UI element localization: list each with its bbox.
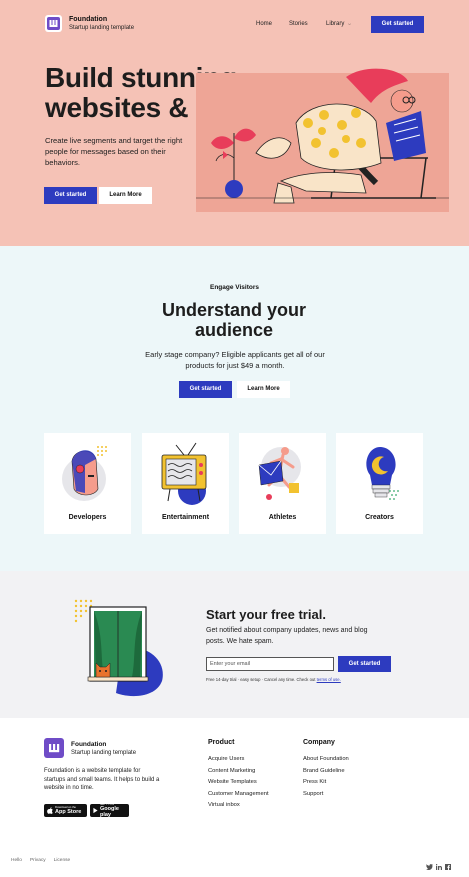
nav-link-stories[interactable]: Stories [289, 21, 319, 27]
twitter-icon[interactable] [426, 857, 433, 875]
footer-brand[interactable]: Foundation Startup landing template [44, 738, 136, 758]
brand-tagline: Startup landing template [69, 25, 135, 31]
hero-reading-person-illustration [196, 68, 449, 212]
brand-name: Foundation [69, 16, 108, 23]
trial-title: Start your free trial. [206, 607, 326, 622]
footer-link-brand-guideline[interactable]: Brand Guideline [303, 766, 349, 778]
engage-learn-more-button[interactable]: Learn More [237, 381, 290, 398]
free-trial-section: Start your free trial. Get notified abou… [0, 571, 469, 718]
card-label: Developers [68, 514, 107, 521]
footer-company-heading: Company [303, 739, 335, 746]
engage-eyebrow: Engage Visitors [209, 284, 259, 291]
footer-product-heading: Product [208, 739, 235, 746]
footer-link-virtual-inbox[interactable]: Virtual inbox [208, 800, 269, 812]
google-play-icon [93, 807, 98, 814]
card-label: Athletes [268, 514, 297, 521]
google-play-big-text: Google play [99, 806, 119, 818]
hero-get-started-button[interactable]: Get started [44, 187, 97, 204]
card-creators[interactable]: Creators [336, 433, 423, 534]
audience-cards: Developers Entertainment Athletes Creato… [44, 433, 425, 534]
trial-subtitle: Get notified about company updates, news… [206, 627, 368, 645]
foundation-logo-icon [45, 15, 62, 32]
apple-icon [47, 807, 53, 814]
legal-link-hello[interactable]: Hello [11, 858, 22, 863]
hero-learn-more-button[interactable]: Learn More [99, 187, 152, 204]
app-store-big-text: App Store [55, 809, 82, 815]
email-input[interactable] [206, 657, 334, 671]
card-label: Creators [365, 514, 394, 521]
card-label: Entertainment [161, 514, 210, 521]
footer-company-column: Company About Foundation Brand Guideline… [303, 739, 349, 800]
footer-description: Foundation is a website template for sta… [44, 768, 160, 791]
legal-link-license[interactable]: License [54, 858, 71, 863]
nav-link-library[interactable]: Library ⌵ [326, 21, 366, 27]
footer-link-support[interactable]: Support [303, 789, 349, 801]
engage-subtitle: Early stage company? Eligible applicants… [145, 350, 325, 370]
card-athletes[interactable]: Athletes [239, 433, 326, 534]
nav-link-home[interactable]: Home [256, 21, 286, 27]
social-links [423, 857, 451, 875]
lightbulb-moon-illustration [366, 447, 399, 500]
linkedin-icon[interactable] [435, 857, 442, 875]
developer-robot-illustration [62, 446, 107, 501]
google-play-badge[interactable]: GET IT ON Google play [90, 803, 129, 818]
legal-links: Hello Privacy License [11, 858, 78, 863]
top-nav: Foundation Startup landing template Home… [0, 0, 469, 48]
footer-brand-tagline: Startup landing template [71, 750, 137, 756]
footer-product-column: Product Acquire Users Content Marketing … [208, 739, 269, 812]
window-cat-illustration [74, 599, 163, 697]
hero-subtitle: Create live segments and target the righ… [45, 136, 183, 167]
footer-link-website-templates[interactable]: Website Templates [208, 777, 269, 789]
footer-brand-name: Foundation [71, 741, 107, 748]
site-footer: Foundation Startup landing template Foun… [0, 718, 469, 877]
footer-link-acquire-users[interactable]: Acquire Users [208, 754, 269, 766]
nav-get-started-button[interactable]: Get started [371, 16, 424, 33]
running-athlete-illustration [258, 447, 301, 500]
foundation-logo-icon [44, 738, 64, 758]
footer-link-customer-management[interactable]: Customer Management [208, 789, 269, 801]
nav-link-library-label: Library [326, 21, 345, 27]
footer-link-press-kit[interactable]: Press Kit [303, 777, 349, 789]
brand[interactable]: Foundation Startup landing template [45, 15, 134, 33]
engage-section: Engage Visitors Understand your audience… [0, 246, 469, 571]
app-store-badge[interactable]: Download on the App Store [44, 804, 87, 817]
trial-get-started-button[interactable]: Get started [338, 656, 391, 672]
legal-link-privacy[interactable]: Privacy [30, 858, 46, 863]
hero-section: Foundation Startup landing template Home… [0, 0, 469, 246]
engage-title: Understand your audience [161, 300, 307, 340]
terms-of-use-link[interactable]: terms of use. [317, 677, 341, 682]
fine-print-text: Free 14-day trial · easy setup · Cancel … [206, 677, 316, 682]
footer-link-content-marketing[interactable]: Content Marketing [208, 766, 269, 778]
facebook-icon[interactable] [445, 857, 451, 875]
card-developers[interactable]: Developers [44, 433, 131, 534]
footer-link-about[interactable]: About Foundation [303, 754, 349, 766]
chevron-down-icon: ⌵ [348, 21, 352, 26]
trial-fine-print: Free 14-day trial · easy setup · Cancel … [206, 677, 341, 682]
engage-get-started-button[interactable]: Get started [179, 381, 232, 398]
retro-tv-illustration [161, 442, 207, 505]
card-entertainment[interactable]: Entertainment [142, 433, 229, 534]
